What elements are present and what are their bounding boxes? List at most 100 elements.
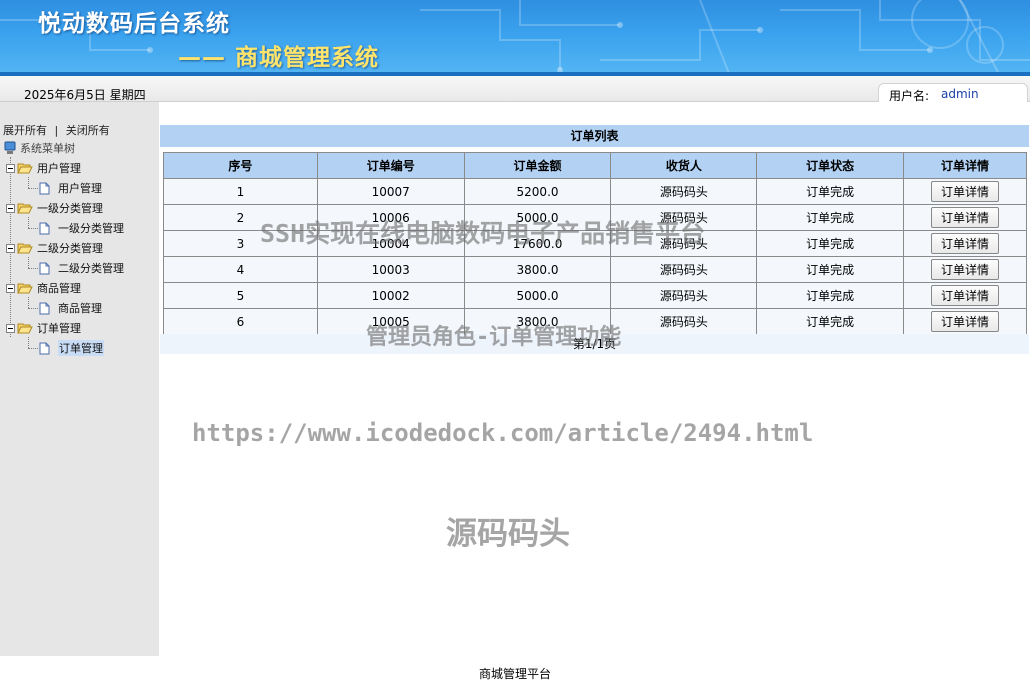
main-content: 订单列表 序号 订单编号 订单金额 收货人 订单状态 订单详情 1 10007 …: [159, 102, 1030, 656]
table-row: 4 10003 3800.0 源码码头 订单完成 订单详情: [163, 256, 1027, 283]
folder-open-icon: [17, 243, 33, 254]
status-bar: 2025年6月5日 星期四 用户名: admin: [0, 76, 1030, 103]
page-icon: [39, 262, 50, 274]
table-row: 1 10007 5200.0 源码码头 订单完成 订单详情: [163, 178, 1027, 205]
tree-item-label: 一级分类管理: [58, 222, 124, 235]
computer-icon: [4, 141, 16, 154]
app-title: 悦动数码后台系统: [38, 11, 230, 37]
tree-line: [28, 268, 38, 269]
column-header: 序号: [163, 152, 318, 179]
column-header: 订单金额: [463, 152, 612, 179]
tree-item-product[interactable]: 商品管理: [39, 299, 102, 317]
collapse-icon[interactable]: [6, 243, 15, 253]
cell-order-id: 10003: [316, 256, 465, 283]
tree-folder-user[interactable]: 用户管理: [6, 159, 81, 177]
expand-all-link[interactable]: 展开所有: [3, 124, 47, 137]
footer-text: 商城管理平台: [478, 667, 551, 681]
tree-folder-label: 订单管理: [37, 322, 81, 335]
watermark-url: https://www.icodedock.com/article/2494.h…: [192, 419, 814, 447]
tree-folder-order[interactable]: 订单管理: [6, 319, 81, 337]
header-banner: 悦动数码后台系统 —— 商城管理系统: [0, 0, 1030, 76]
cell-order-id: 10007: [316, 178, 465, 205]
table-header-row: 序号 订单编号 订单金额 收货人 订单状态 订单详情: [163, 152, 1027, 179]
order-detail-button[interactable]: 订单详情: [931, 233, 1000, 254]
cell-no: 5: [163, 282, 318, 309]
user-box: 用户名: admin: [878, 83, 1028, 103]
tree-folder-label: 商品管理: [37, 282, 81, 295]
table-row: 5 10002 5000.0 源码码头 订单完成 订单详情: [163, 282, 1027, 309]
column-header: 收货人: [610, 152, 758, 179]
column-header: 订单详情: [903, 152, 1027, 179]
collapse-icon[interactable]: [6, 163, 15, 173]
folder-open-icon: [17, 283, 33, 294]
tree-line: [28, 188, 38, 189]
app-subtitle: —— 商城管理系统: [178, 45, 380, 71]
collapse-icon[interactable]: [6, 323, 15, 333]
collapse-all-link[interactable]: 关闭所有: [66, 124, 110, 137]
tree-controls-separator: |: [54, 124, 59, 137]
current-date: 2025年6月5日 星期四: [24, 88, 146, 102]
tree-line: [28, 257, 29, 268]
order-detail-button[interactable]: 订单详情: [931, 181, 1000, 202]
tree-line: [28, 228, 38, 229]
tree-line: [28, 177, 29, 188]
cell-action: 订单详情: [903, 256, 1027, 283]
sidebar-menu: 展开所有 | 关闭所有 系统菜单树 用户管理 用户管理 一级分类管理 一级分类管…: [0, 102, 159, 656]
tree-root-label: 系统菜单树: [20, 142, 75, 155]
collapse-icon[interactable]: [6, 203, 15, 213]
tree-folder-label: 用户管理: [37, 162, 81, 175]
cell-no: 6: [163, 308, 318, 335]
page-icon: [39, 222, 50, 234]
cell-receiver: 源码码头: [610, 308, 758, 335]
cell-status: 订单完成: [756, 282, 905, 309]
cell-status: 订单完成: [756, 178, 905, 205]
cell-action: 订单详情: [903, 230, 1027, 257]
watermark-brand: 源码码头: [446, 516, 570, 552]
cell-receiver: 源码码头: [610, 256, 758, 283]
order-list-title: 订单列表: [160, 125, 1029, 147]
page-icon: [39, 302, 50, 314]
cell-action: 订单详情: [903, 282, 1027, 309]
tree-item-label-selected: 订单管理: [58, 340, 104, 356]
tree-line: [28, 217, 29, 228]
tree-folder-label: 二级分类管理: [37, 242, 103, 255]
folder-open-icon: [17, 203, 33, 214]
tree-controls: 展开所有 | 关闭所有: [3, 122, 110, 138]
tree-line: [28, 337, 29, 348]
tree-line: [28, 308, 38, 309]
order-detail-button[interactable]: 订单详情: [931, 311, 1000, 332]
order-detail-button[interactable]: 订单详情: [931, 259, 1000, 280]
cell-receiver: 源码码头: [610, 282, 758, 309]
cell-action: 订单详情: [903, 204, 1027, 231]
cell-amount: 5000.0: [463, 282, 612, 309]
cell-status: 订单完成: [756, 308, 905, 335]
page-icon: [39, 342, 50, 354]
tree-item-category2[interactable]: 二级分类管理: [39, 259, 124, 277]
order-detail-button[interactable]: 订单详情: [931, 285, 1000, 306]
tree-line: [28, 348, 38, 349]
watermark-subtitle: 管理员角色-订单管理功能: [366, 325, 622, 350]
cell-status: 订单完成: [756, 230, 905, 257]
username: admin: [941, 87, 979, 101]
tree-folder-category1[interactable]: 一级分类管理: [6, 199, 103, 217]
cell-no: 4: [163, 256, 318, 283]
cell-action: 订单详情: [903, 308, 1027, 335]
page-icon: [39, 182, 50, 194]
tree-item-label: 商品管理: [58, 302, 102, 315]
tree-item-category1[interactable]: 一级分类管理: [39, 219, 124, 237]
cell-status: 订单完成: [756, 256, 905, 283]
tree-folder-category2[interactable]: 二级分类管理: [6, 239, 103, 257]
column-header: 订单状态: [756, 152, 905, 179]
order-detail-button[interactable]: 订单详情: [931, 207, 1000, 228]
footer: 商城管理平台: [0, 656, 1030, 699]
collapse-icon[interactable]: [6, 283, 15, 293]
tree-item-order[interactable]: 订单管理: [39, 339, 104, 357]
cell-receiver: 源码码头: [610, 178, 758, 205]
watermark-title: SSH实现在线电脑数码电子产品销售平台: [260, 219, 706, 248]
tree-item-user-manage[interactable]: 用户管理: [39, 179, 102, 197]
tree-line: [28, 297, 29, 308]
tree-folder-product[interactable]: 商品管理: [6, 279, 81, 297]
tree-folder-label: 一级分类管理: [37, 202, 103, 215]
tree-root[interactable]: 系统菜单树: [4, 139, 75, 157]
cell-no: 1: [163, 178, 318, 205]
